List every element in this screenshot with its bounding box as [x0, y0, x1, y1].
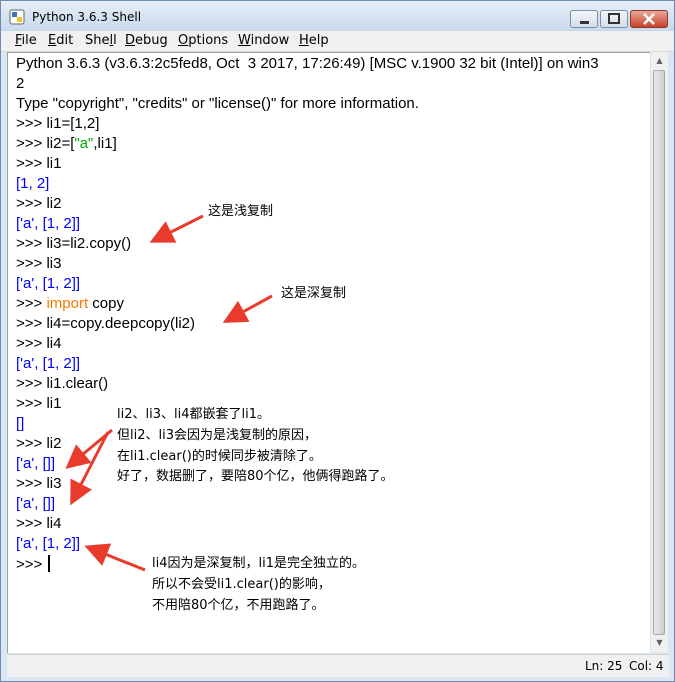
- menu-options[interactable]: Options: [178, 33, 228, 48]
- code-text: li2=[: [46, 135, 75, 152]
- prompt: >>>: [16, 115, 47, 132]
- python-app-icon: [9, 9, 25, 25]
- menu-edit[interactable]: Edit: [48, 33, 73, 48]
- input-line: >>> li2=["a",li1]: [16, 135, 117, 152]
- prompt: >>>: [16, 315, 47, 332]
- column-number-status: Col: 4: [629, 659, 664, 673]
- prompt: >>>: [16, 435, 47, 452]
- idle-shell-window: Python 3.6.3 Shell File Edit Shell Debug…: [0, 0, 675, 682]
- prompt: >>>: [16, 195, 47, 212]
- scroll-down-arrow-icon[interactable]: ▼: [652, 635, 667, 651]
- code-text: copy: [88, 295, 124, 312]
- menu-file[interactable]: File: [15, 33, 37, 48]
- window-title: Python 3.6.3 Shell: [32, 10, 142, 24]
- code-text: li2: [46, 435, 62, 452]
- prompt: >>>: [16, 335, 47, 352]
- prompt: >>>: [16, 556, 47, 573]
- independent-annotation-line-3: 不用陪80个亿，不用跑路了。: [152, 598, 325, 613]
- input-line: >>> li3: [16, 255, 61, 272]
- current-input-line[interactable]: >>>: [16, 555, 51, 573]
- prompt: >>>: [16, 155, 47, 172]
- prompt: >>>: [16, 235, 47, 252]
- input-line: >>> li2: [16, 195, 61, 212]
- input-line: >>> li4: [16, 515, 61, 532]
- title-bar[interactable]: Python 3.6.3 Shell: [1, 1, 674, 31]
- prompt: >>>: [16, 135, 47, 152]
- menu-window[interactable]: Window: [238, 33, 289, 48]
- independent-annotation-line-1: li4因为是深复制，li1是完全独立的。: [152, 556, 365, 571]
- code-text: li4: [46, 515, 62, 532]
- code-text: li1=[1,2]: [46, 115, 100, 132]
- minimize-icon: [580, 21, 589, 24]
- close-button[interactable]: [630, 10, 668, 28]
- input-line: >>> li1=[1,2]: [16, 115, 99, 132]
- menu-bar: File Edit Shell Debug Options Window Hel…: [1, 31, 674, 52]
- output-line: ['a', []]: [16, 455, 56, 472]
- input-line: >>> li1: [16, 395, 61, 412]
- line-number-status: Ln: 25: [585, 659, 623, 673]
- nested-annotation-line-3: 在li1.clear()的时候同步被清除了。: [117, 449, 322, 464]
- banner-info-line: Type "copyright", "credits" or "license(…: [16, 95, 419, 112]
- minimize-button[interactable]: [570, 10, 598, 28]
- status-bar: Ln: 25 Col: 4: [7, 654, 669, 677]
- output-line: ['a', [1, 2]]: [16, 355, 81, 372]
- nested-annotation-line-4: 好了，数据删了，要陪80个亿，他俩得跑路了。: [117, 469, 394, 484]
- vertical-scrollbar[interactable]: ▲ ▼: [650, 52, 668, 652]
- input-line: >>> li3=li2.copy(): [16, 235, 131, 252]
- menu-debug[interactable]: Debug: [125, 33, 168, 48]
- input-line: >>> li1.clear(): [16, 375, 108, 392]
- menu-help[interactable]: Help: [299, 33, 329, 48]
- string-literal: "a": [74, 135, 94, 152]
- keyword: import: [46, 295, 89, 312]
- close-icon: [643, 13, 655, 25]
- scrollbar-thumb[interactable]: [653, 70, 665, 635]
- nested-annotation-line-1: li2、li3、li4都嵌套了li1。: [117, 407, 270, 422]
- input-line: >>> li4=copy.deepcopy(li2): [16, 315, 195, 332]
- code-text: li1: [46, 155, 62, 172]
- prompt: >>>: [16, 375, 47, 392]
- text-cursor: [48, 555, 51, 572]
- input-line: >>> li1: [16, 155, 61, 172]
- menu-shell[interactable]: Shell: [85, 33, 117, 48]
- input-line: >>> import copy: [16, 295, 124, 312]
- maximize-icon: [608, 13, 620, 24]
- prompt: >>>: [16, 255, 47, 272]
- output-line: [1, 2]: [16, 175, 50, 192]
- code-text: li1.clear(): [46, 375, 109, 392]
- prompt: >>>: [16, 295, 47, 312]
- input-line: >>> li4: [16, 335, 61, 352]
- deep-copy-annotation: 这是深复制: [281, 286, 347, 301]
- code-text: li4: [46, 335, 62, 352]
- output-line: ['a', []]: [16, 495, 56, 512]
- prompt: >>>: [16, 475, 47, 492]
- prompt: >>>: [16, 395, 47, 412]
- banner-line: Python 3.6.3 (v3.6.3:2c5fed8, Oct 3 2017…: [16, 55, 599, 72]
- code-text: ,li1]: [93, 135, 117, 152]
- code-text: li1: [46, 395, 62, 412]
- code-text: li3: [46, 255, 62, 272]
- maximize-button[interactable]: [600, 10, 628, 28]
- independent-annotation-line-2: 所以不会受li1.clear()的影响，: [152, 577, 331, 592]
- code-text: li4=copy.deepcopy(li2): [46, 315, 196, 332]
- nested-annotation-line-2: 但li2、li3会因为是浅复制的原因，: [117, 428, 317, 443]
- input-line: >>> li2: [16, 435, 61, 452]
- output-line: ['a', [1, 2]]: [16, 215, 81, 232]
- prompt: >>>: [16, 515, 47, 532]
- output-line: []: [16, 415, 25, 432]
- banner-line-wrap: 2: [16, 75, 25, 92]
- code-text: li2: [46, 195, 62, 212]
- code-text: li3=li2.copy(): [46, 235, 132, 252]
- shallow-copy-annotation: 这是浅复制: [208, 204, 274, 219]
- output-line: ['a', [1, 2]]: [16, 535, 81, 552]
- output-line: ['a', [1, 2]]: [16, 275, 81, 292]
- scroll-up-arrow-icon[interactable]: ▲: [652, 53, 667, 69]
- code-text: li3: [46, 475, 62, 492]
- input-line: >>> li3: [16, 475, 61, 492]
